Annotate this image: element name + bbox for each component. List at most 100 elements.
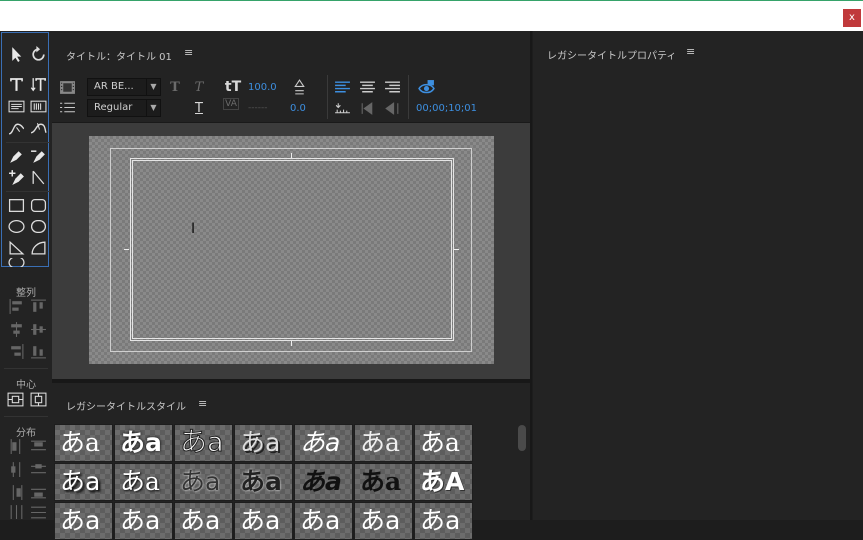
- style-swatch[interactable]: あa: [174, 502, 233, 540]
- title-canvas-area: I: [52, 123, 530, 379]
- path-type-tool-icon[interactable]: [6, 118, 26, 138]
- rotation-tool-icon[interactable]: [28, 44, 48, 64]
- rounded-rectangle-tool-icon[interactable]: [28, 195, 48, 215]
- arc-tool-icon[interactable]: [28, 237, 48, 257]
- properties-panel-title: レガシータイトルプロパティ: [547, 51, 677, 62]
- distribute-right-icon[interactable]: [6, 482, 26, 502]
- italic-icon[interactable]: T: [189, 77, 209, 97]
- align-center-v-icon[interactable]: [28, 319, 48, 339]
- wedge-tool-icon[interactable]: [6, 237, 26, 257]
- align-center-h-icon[interactable]: [6, 319, 26, 339]
- distribute-left-icon[interactable]: [6, 436, 26, 456]
- styles-panel-menu-icon[interactable]: ≡: [198, 397, 207, 410]
- align-top-icon[interactable]: [28, 296, 48, 316]
- style-swatch[interactable]: あa: [54, 424, 113, 462]
- kerning-dashes: ------: [248, 103, 268, 113]
- kerning-icon: VA: [223, 98, 239, 110]
- title-panel-title: タイトル：タイトル 01: [66, 52, 172, 63]
- show-background-video-icon[interactable]: [416, 77, 436, 97]
- distribute-top-icon[interactable]: [28, 436, 48, 456]
- distribute-h-space-icon[interactable]: [6, 505, 26, 519]
- style-swatch[interactable]: あa: [114, 502, 173, 540]
- previous-tab-icon[interactable]: [357, 98, 377, 118]
- convert-anchor-tool-icon[interactable]: [28, 167, 48, 187]
- distribute-v-space-icon[interactable]: [28, 505, 48, 519]
- align-center-text-icon[interactable]: [357, 77, 377, 97]
- center-mark-top: [291, 153, 292, 158]
- properties-panel-menu-icon[interactable]: ≡: [686, 45, 695, 58]
- title-options-bar: AR BE... ▼ Regular ▼ T T T tT 100.0 VA ---…: [52, 73, 530, 123]
- timecode-value[interactable]: 00;00;10;01: [416, 103, 477, 114]
- style-swatch[interactable]: あa: [354, 502, 413, 540]
- styles-scrollbar[interactable]: [518, 425, 526, 451]
- font-family-dropdown[interactable]: AR BE... ▼: [87, 78, 161, 96]
- vertical-path-type-tool-icon[interactable]: [28, 118, 48, 138]
- style-swatch[interactable]: あa: [54, 463, 113, 501]
- type-tool-icon[interactable]: [6, 74, 26, 94]
- distribute-center-v-icon[interactable]: [28, 459, 48, 479]
- background-video-icon[interactable]: [57, 77, 77, 97]
- style-swatch[interactable]: あa: [234, 424, 293, 462]
- add-anchor-tool-icon[interactable]: [6, 167, 26, 187]
- title-canvas[interactable]: I: [89, 136, 494, 364]
- kerning-value[interactable]: 0.0: [290, 103, 306, 114]
- tab-ruler-icon[interactable]: [332, 98, 352, 118]
- font-size-icon: tT: [224, 79, 242, 95]
- close-button[interactable]: x: [843, 9, 861, 27]
- center-horizontal-icon[interactable]: [5, 389, 25, 409]
- style-swatch[interactable]: あa: [294, 463, 353, 501]
- style-swatch[interactable]: あa: [414, 502, 473, 540]
- clipped-rectangle-tool-icon[interactable]: [28, 216, 48, 236]
- center-mark-left: [124, 249, 129, 250]
- selection-tool-icon[interactable]: [6, 44, 26, 64]
- style-swatch[interactable]: あa: [174, 463, 233, 501]
- style-swatch[interactable]: あa: [54, 502, 113, 540]
- style-swatch[interactable]: あa: [114, 463, 173, 501]
- styles-panel-header: レガシータイトルスタイル ≡: [52, 383, 530, 423]
- styles-grid: あa あa あa あa あa あa あa あa あa あa あa あa あa あ…: [52, 423, 530, 540]
- ellipse-tool-icon[interactable]: [6, 216, 26, 236]
- title-panel-header: タイトル：タイトル 01 ≡: [52, 31, 530, 73]
- leading-icon[interactable]: [289, 77, 309, 97]
- options-divider: [408, 75, 409, 119]
- tab-stops-icon[interactable]: [57, 97, 77, 117]
- style-swatch[interactable]: あa: [294, 502, 353, 540]
- style-swatch[interactable]: あa: [114, 424, 173, 462]
- vertical-type-tool-icon[interactable]: [28, 74, 48, 94]
- center-mark-bottom: [291, 341, 292, 346]
- distribute-center-h-icon[interactable]: [6, 459, 26, 479]
- style-swatch[interactable]: あA: [414, 463, 473, 501]
- area-type-tool-icon[interactable]: [6, 96, 26, 116]
- title-panel-menu-icon[interactable]: ≡: [184, 46, 193, 59]
- title-panel: タイトル：タイトル 01 ≡ AR BE... ▼ Regular ▼ T T T …: [52, 31, 532, 540]
- line-tool-icon[interactable]: [6, 258, 26, 267]
- vertical-area-type-tool-icon[interactable]: [28, 96, 48, 116]
- font-style-dropdown[interactable]: Regular ▼: [87, 99, 161, 117]
- style-swatch[interactable]: あa: [234, 502, 293, 540]
- pen-tool-icon[interactable]: [6, 146, 26, 166]
- delete-anchor-tool-icon[interactable]: [28, 146, 48, 166]
- style-swatch[interactable]: あa: [354, 424, 413, 462]
- align-right-text-icon[interactable]: [382, 77, 402, 97]
- underline-icon[interactable]: T: [189, 98, 209, 118]
- align-bottom-icon[interactable]: [28, 341, 48, 361]
- font-size-value[interactable]: 100.0: [248, 82, 277, 93]
- chevron-down-icon: ▼: [146, 79, 160, 95]
- rectangle-tool-icon[interactable]: [6, 195, 26, 215]
- bold-icon[interactable]: T: [165, 77, 185, 97]
- style-swatch[interactable]: あa: [414, 424, 473, 462]
- align-right-icon[interactable]: [6, 341, 26, 361]
- align-left-text-icon[interactable]: [332, 77, 352, 97]
- center-vertical-icon[interactable]: [28, 389, 48, 409]
- style-swatch[interactable]: あa: [234, 463, 293, 501]
- font-family-value: AR BE...: [94, 81, 134, 92]
- style-swatch[interactable]: あa: [354, 463, 413, 501]
- distribute-bottom-icon[interactable]: [28, 482, 48, 502]
- font-style-value: Regular: [94, 102, 133, 113]
- styles-panel-title: レガシータイトルスタイル: [66, 402, 186, 413]
- next-tab-icon[interactable]: [382, 98, 402, 118]
- style-swatch[interactable]: あa: [294, 424, 353, 462]
- align-left-icon[interactable]: [6, 296, 26, 316]
- style-swatch[interactable]: あa: [174, 424, 233, 462]
- window-titlebar: x: [0, 0, 863, 31]
